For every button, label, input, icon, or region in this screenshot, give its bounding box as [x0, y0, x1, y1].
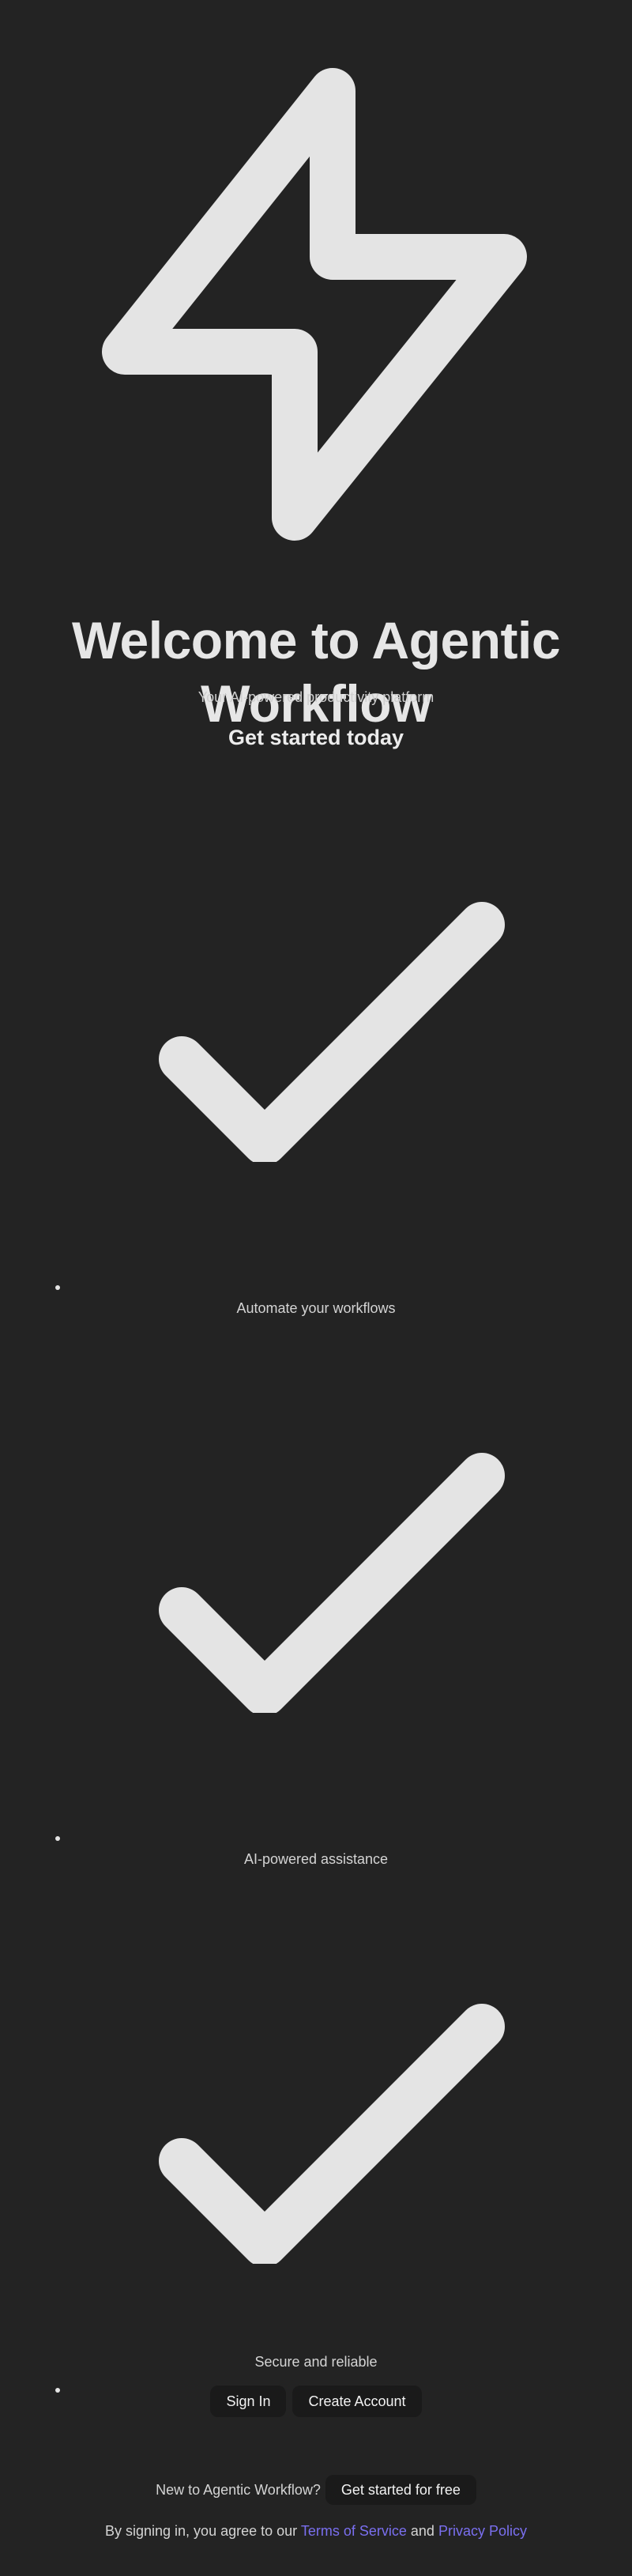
- create-account-button[interactable]: Create Account: [292, 2386, 422, 2417]
- page-subtitle: Your AI-powered productivity platform: [198, 689, 434, 705]
- feature-label: Secure and reliable: [254, 2354, 378, 2370]
- checkmark-icon: [159, 1453, 505, 1713]
- terms-of-service-link[interactable]: Terms of Service: [301, 2523, 407, 2539]
- page-title: Welcome to Agentic Workflow: [71, 611, 561, 733]
- checkmark-icon: [159, 2004, 505, 2264]
- welcome-page: Welcome to Agentic Workflow Your AI-powe…: [0, 0, 632, 2576]
- feature-label: Automate your workflows: [236, 1300, 396, 1316]
- legal-notice: By signing in, you agree to our Terms of…: [0, 2521, 632, 2540]
- legal-prefix: By signing in, you agree to our: [105, 2523, 298, 2539]
- get-started-free-button[interactable]: Get started for free: [325, 2475, 476, 2505]
- signup-prompt: New to Agentic Workflow?: [156, 2481, 321, 2498]
- list-bullet: [55, 1285, 60, 1290]
- privacy-policy-link[interactable]: Privacy Policy: [438, 2523, 527, 2539]
- signup-row: New to Agentic Workflow? Get started for…: [0, 2475, 632, 2505]
- legal-conjunction: and: [410, 2523, 434, 2539]
- auth-button-row: Sign In Create Account: [0, 2386, 632, 2417]
- sign-in-button[interactable]: Sign In: [210, 2386, 287, 2417]
- cta-heading: Get started today: [228, 726, 404, 749]
- feature-label: AI-powered assistance: [243, 1851, 389, 1867]
- list-bullet: [55, 1836, 60, 1841]
- checkmark-icon: [159, 902, 505, 1162]
- lightning-bolt-icon: [102, 68, 527, 541]
